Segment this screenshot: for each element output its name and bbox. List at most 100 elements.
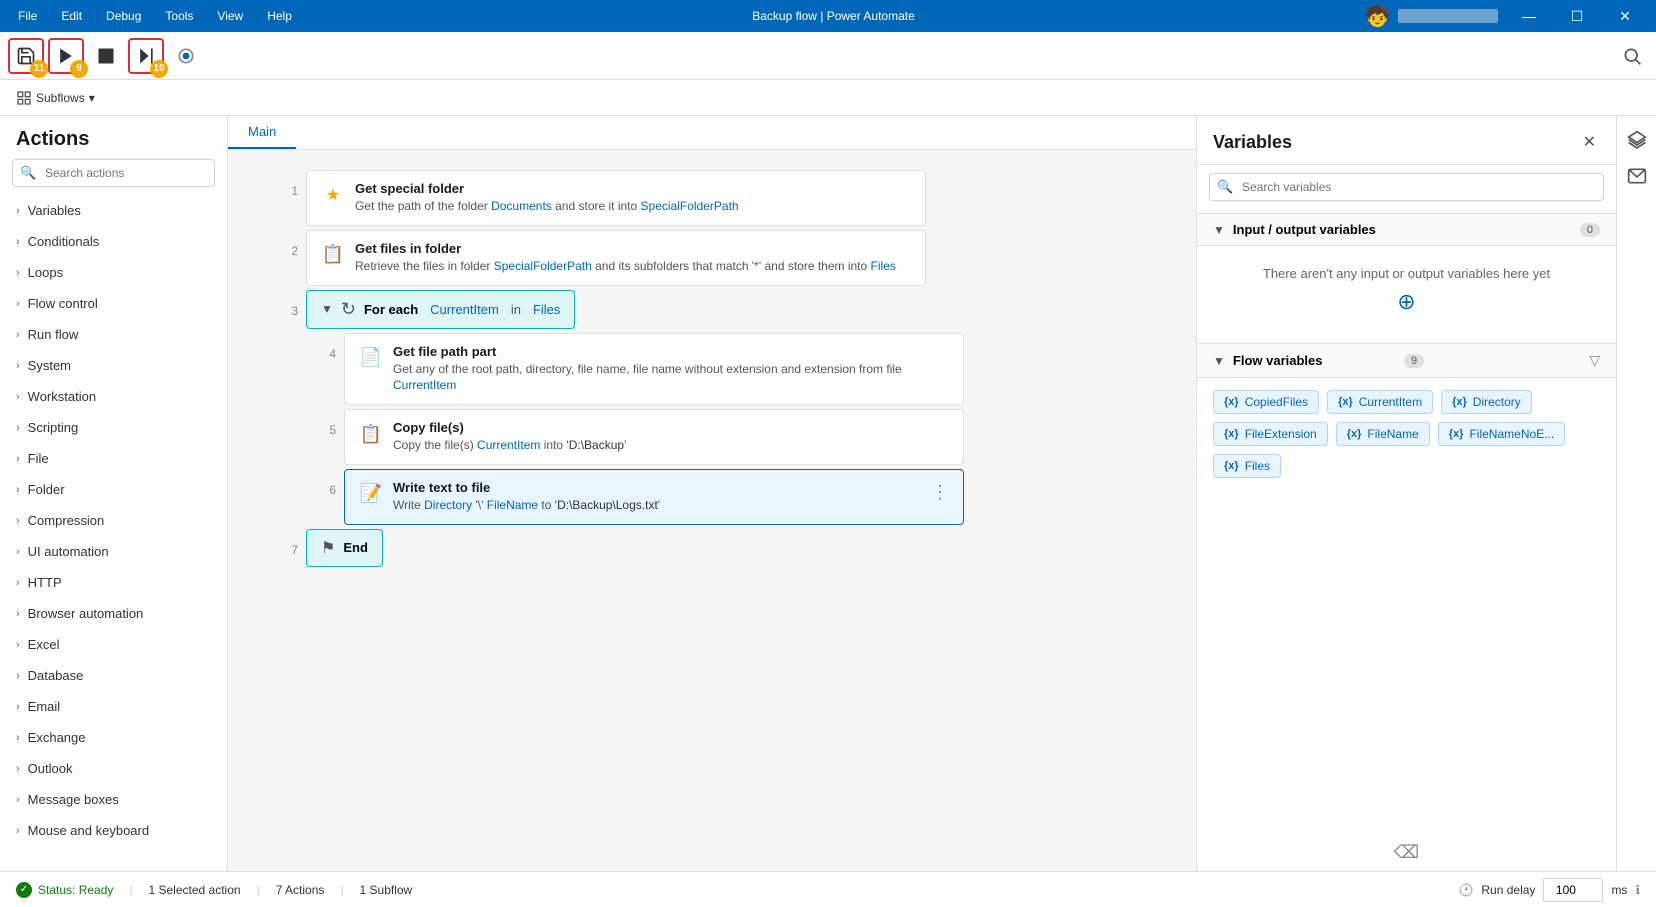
toolbar-search-icon[interactable] — [1616, 40, 1648, 72]
var-chip-filenamenoe[interactable]: {x} FileNameNoE... — [1438, 422, 1565, 446]
canvas-tabs: Main — [228, 116, 1196, 150]
step-content-2: Get files in folder Retrieve the files i… — [355, 241, 911, 275]
step-card-1[interactable]: ★ Get special folder Get the path of the… — [306, 170, 926, 226]
variables-search-input[interactable] — [1209, 173, 1604, 201]
step-5: 5 📋 Copy file(s) Copy the file(s) Curren… — [306, 409, 1156, 465]
actions-search-input[interactable] — [12, 159, 215, 187]
var-chip-currentitem[interactable]: {x} CurrentItem — [1327, 390, 1433, 414]
var-label-copiedfiles: CopiedFiles — [1245, 395, 1308, 409]
action-mouse-keyboard[interactable]: ›Mouse and keyboard — [0, 815, 227, 846]
var-label-fileextension: FileExtension — [1245, 427, 1317, 441]
app-title: Backup flow | Power Automate — [302, 9, 1365, 23]
var-chip-directory[interactable]: {x} Directory — [1441, 390, 1532, 414]
action-ui-automation[interactable]: ›UI automation — [0, 536, 227, 567]
menu-debug[interactable]: Debug — [96, 5, 151, 27]
step-card-4[interactable]: 📄 Get file path part Get any of the root… — [344, 333, 964, 406]
variables-panel: Variables ✕ 🔍 ▼ Input / output variables… — [1196, 116, 1616, 871]
input-output-header[interactable]: ▼ Input / output variables 0 — [1197, 213, 1616, 246]
step-card-6[interactable]: 📝 Write text to file Write Directory '\'… — [344, 469, 964, 525]
variables-close-button[interactable]: ✕ — [1579, 128, 1600, 156]
clear-icon[interactable]: ⌫ — [1394, 842, 1419, 863]
step-desc-1: Get the path of the folder Documents and… — [355, 198, 911, 215]
step-desc-4: Get any of the root path, directory, fil… — [393, 361, 949, 395]
action-compression[interactable]: ›Compression — [0, 505, 227, 536]
step-card-3[interactable]: ▼ ↻ For each CurrentItem in Files — [306, 290, 575, 329]
step-title-4: Get file path part — [393, 344, 949, 359]
menu-help[interactable]: Help — [257, 5, 302, 27]
status-bar: ✓ Status: Ready | 1 Selected action | 7 … — [0, 871, 1656, 907]
step-card-7[interactable]: ⚑ End — [306, 529, 383, 567]
close-button[interactable]: ✕ — [1602, 0, 1648, 32]
var-label-filename: FileName — [1367, 427, 1418, 441]
tab-main[interactable]: Main — [228, 116, 296, 149]
step-card-5[interactable]: 📋 Copy file(s) Copy the file(s) CurrentI… — [344, 409, 964, 465]
action-outlook[interactable]: ›Outlook — [0, 753, 227, 784]
action-conditionals[interactable]: ›Conditionals — [0, 226, 227, 257]
action-loops[interactable]: ›Loops — [0, 257, 227, 288]
minimize-button[interactable]: — — [1506, 0, 1552, 32]
save-button[interactable]: 11 — [8, 38, 44, 74]
action-folder[interactable]: ›Folder — [0, 474, 227, 505]
input-output-title: Input / output variables — [1233, 222, 1574, 237]
menu-edit[interactable]: Edit — [51, 5, 92, 27]
copy-icon: 📋 — [321, 243, 345, 267]
action-excel[interactable]: ›Excel — [0, 629, 227, 660]
copy2-icon: 📋 — [359, 422, 383, 446]
var-chip-filename[interactable]: {x} FileName — [1336, 422, 1430, 446]
step-desc-2: Retrieve the files in folder SpecialFold… — [355, 258, 911, 275]
menu-tools[interactable]: Tools — [155, 5, 203, 27]
action-flow-control[interactable]: ›Flow control — [0, 288, 227, 319]
step-1: 1 ★ Get special folder Get the path of t… — [268, 170, 1156, 226]
collapse-icon[interactable]: ▼ — [321, 302, 333, 316]
record-button[interactable] — [168, 38, 204, 74]
step-2: 2 📋 Get files in folder Retrieve the fil… — [268, 230, 1156, 286]
flow-variables-chevron: ▼ — [1213, 354, 1225, 368]
action-system[interactable]: ›System — [0, 350, 227, 381]
run-badge: 9 — [70, 60, 88, 78]
variables-search-icon: 🔍 — [1217, 179, 1233, 195]
filter-icon[interactable]: ▽ — [1589, 352, 1600, 369]
run-button[interactable]: 9 — [48, 38, 84, 74]
action-database[interactable]: ›Database — [0, 660, 227, 691]
email-icon[interactable] — [1621, 160, 1653, 192]
title-bar: File Edit Debug Tools View Help Backup f… — [0, 0, 1656, 32]
flow-variables-header[interactable]: ▼ Flow variables 9 ▽ — [1197, 343, 1616, 378]
maximize-button[interactable]: ☐ — [1554, 0, 1600, 32]
action-workstation[interactable]: ›Workstation — [0, 381, 227, 412]
actions-search-icon: 🔍 — [20, 165, 36, 181]
action-variables[interactable]: ›Variables — [0, 195, 227, 226]
action-exchange[interactable]: ›Exchange — [0, 722, 227, 753]
step-7: 7 ⚑ End — [268, 529, 1156, 567]
menu-file[interactable]: File — [8, 5, 47, 27]
toolbar: 11 9 10 — [0, 32, 1656, 80]
variables-header: Variables ✕ — [1197, 116, 1616, 165]
subflows-button[interactable]: Subflows ▾ — [8, 86, 103, 110]
info-icon: ℹ — [1635, 883, 1640, 897]
step-card-2[interactable]: 📋 Get files in folder Retrieve the files… — [306, 230, 926, 286]
step-desc-5: Copy the file(s) CurrentItem into 'D:\Ba… — [393, 437, 949, 454]
action-browser-automation[interactable]: ›Browser automation — [0, 598, 227, 629]
action-email[interactable]: ›Email — [0, 691, 227, 722]
file-icon: 📄 — [359, 346, 383, 370]
menu-view[interactable]: View — [207, 5, 253, 27]
window-controls: — ☐ ✕ — [1506, 0, 1648, 32]
action-http[interactable]: ›HTTP — [0, 567, 227, 598]
foreach-in: Files — [533, 302, 560, 317]
add-variable-button[interactable]: ⊕ — [1217, 289, 1596, 315]
actions-list: ›Variables ›Conditionals ›Loops ›Flow co… — [0, 195, 227, 871]
run-delay-input[interactable] — [1543, 878, 1603, 902]
var-chip-copiedfiles[interactable]: {x} CopiedFiles — [1213, 390, 1319, 414]
layers-icon[interactable] — [1621, 124, 1653, 156]
flow-variables-count: 9 — [1404, 354, 1424, 368]
step-title-2: Get files in folder — [355, 241, 911, 256]
action-message-boxes[interactable]: ›Message boxes — [0, 784, 227, 815]
step-more-menu[interactable]: ⋮ — [931, 482, 949, 503]
loop-icon: ↻ — [341, 299, 356, 320]
action-run-flow[interactable]: ›Run flow — [0, 319, 227, 350]
var-chip-fileextension[interactable]: {x} FileExtension — [1213, 422, 1328, 446]
var-chip-files[interactable]: {x} Files — [1213, 454, 1281, 478]
step-button[interactable]: 10 — [128, 38, 164, 74]
action-scripting[interactable]: ›Scripting — [0, 412, 227, 443]
stop-button[interactable] — [88, 38, 124, 74]
action-file[interactable]: ›File — [0, 443, 227, 474]
